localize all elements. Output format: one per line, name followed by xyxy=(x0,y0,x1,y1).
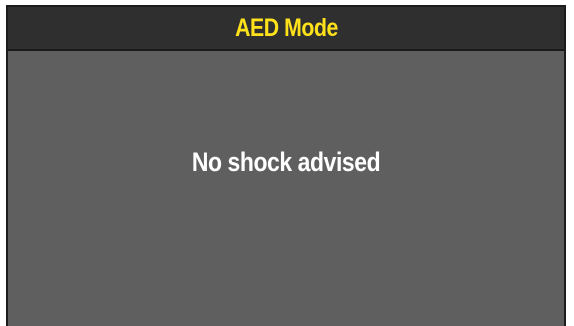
status-message: No shock advised xyxy=(191,147,381,177)
mode-title: AED Mode xyxy=(234,13,338,42)
aed-screen: AED Mode No shock advised xyxy=(6,5,566,326)
title-bar: AED Mode xyxy=(8,7,564,51)
